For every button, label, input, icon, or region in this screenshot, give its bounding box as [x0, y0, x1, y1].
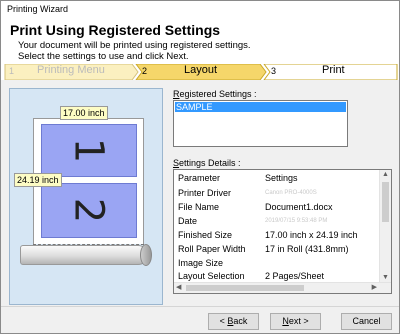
- scroll-left-icon[interactable]: ◀: [176, 283, 181, 291]
- column-header-settings: Settings: [265, 173, 298, 183]
- instruction-line-1: Your document will be printed using regi…: [18, 40, 251, 51]
- step-indicator: 1 Printing Menu 2 Layout 3 Print: [1, 64, 399, 80]
- list-item-sample[interactable]: SAMPLE: [175, 102, 346, 112]
- label-text: egistered Settings :: [179, 89, 257, 99]
- scroll-thumb[interactable]: [382, 182, 389, 222]
- horizontal-scrollbar[interactable]: ◀ ▶: [174, 282, 391, 293]
- row-value: 2019/07/15 9:53:48 PM: [265, 218, 328, 224]
- step-number: 3: [271, 66, 277, 76]
- next-button[interactable]: Next >: [270, 313, 321, 330]
- cancel-button[interactable]: Cancel: [341, 313, 392, 330]
- row-value: Canon PRO-4000S: [265, 190, 317, 196]
- page-2: 2: [41, 183, 137, 238]
- layout-preview: 1 2 17.00 inch 24.19 inch: [9, 88, 163, 305]
- cut-line: [33, 244, 144, 245]
- row-parameter: Date: [178, 216, 198, 226]
- step-label: Print: [322, 64, 345, 76]
- instruction-line-2: Select the settings to use and click Nex…: [18, 51, 189, 62]
- registered-settings-label: Registered Settings :: [173, 89, 257, 99]
- step-number: 1: [9, 66, 15, 76]
- row-value: 17 in Roll (431.8mm): [265, 244, 349, 254]
- row-value: 2 Pages/Sheet: [265, 271, 325, 281]
- height-dimension-label: 24.19 inch: [14, 173, 62, 187]
- footer-divider: [1, 306, 399, 307]
- row-parameter: Finished Size: [178, 230, 233, 240]
- step-printing-menu: 1 Printing Menu: [5, 64, 138, 80]
- settings-details-table[interactable]: Parameter Settings Printer Driver Canon …: [173, 169, 392, 294]
- title-bar: Printing Wizard: [1, 1, 399, 17]
- button-text: ack: [233, 316, 248, 326]
- step-print: 3 Print: [267, 64, 397, 80]
- width-dimension-label: 17.00 inch: [60, 106, 108, 120]
- step-layout: 2 Layout: [138, 64, 266, 80]
- back-button[interactable]: < Back: [208, 313, 259, 330]
- step-number: 2: [142, 66, 148, 76]
- paper-roll-end: [140, 244, 152, 266]
- scroll-right-icon[interactable]: ▶: [372, 283, 377, 291]
- label-text: ettings Details :: [179, 158, 241, 168]
- row-parameter: Image Size: [178, 258, 224, 268]
- window-title: Printing Wizard: [7, 4, 69, 14]
- scroll-up-icon[interactable]: ▲: [382, 171, 389, 178]
- registered-settings-list[interactable]: SAMPLE: [173, 100, 348, 147]
- row-value: Document1.docx: [265, 202, 333, 212]
- page-title: Print Using Registered Settings: [10, 22, 221, 38]
- settings-details-label: Settings Details :: [173, 158, 241, 168]
- vertical-scrollbar[interactable]: ▲ ▼: [379, 170, 391, 282]
- step-label: Layout: [184, 64, 218, 76]
- row-parameter: Layout Selection: [178, 271, 245, 281]
- scroll-down-icon[interactable]: ▼: [382, 274, 389, 281]
- row-parameter: Roll Paper Width: [178, 244, 246, 254]
- row-parameter: File Name: [178, 202, 220, 212]
- button-text: ext >: [288, 316, 309, 326]
- step-label: Printing Menu: [37, 64, 105, 76]
- row-parameter: Printer Driver: [178, 188, 232, 198]
- scroll-thumb[interactable]: [186, 285, 304, 291]
- column-header-parameter: Parameter: [178, 173, 221, 183]
- row-value: 17.00 inch x 24.19 inch: [265, 230, 358, 240]
